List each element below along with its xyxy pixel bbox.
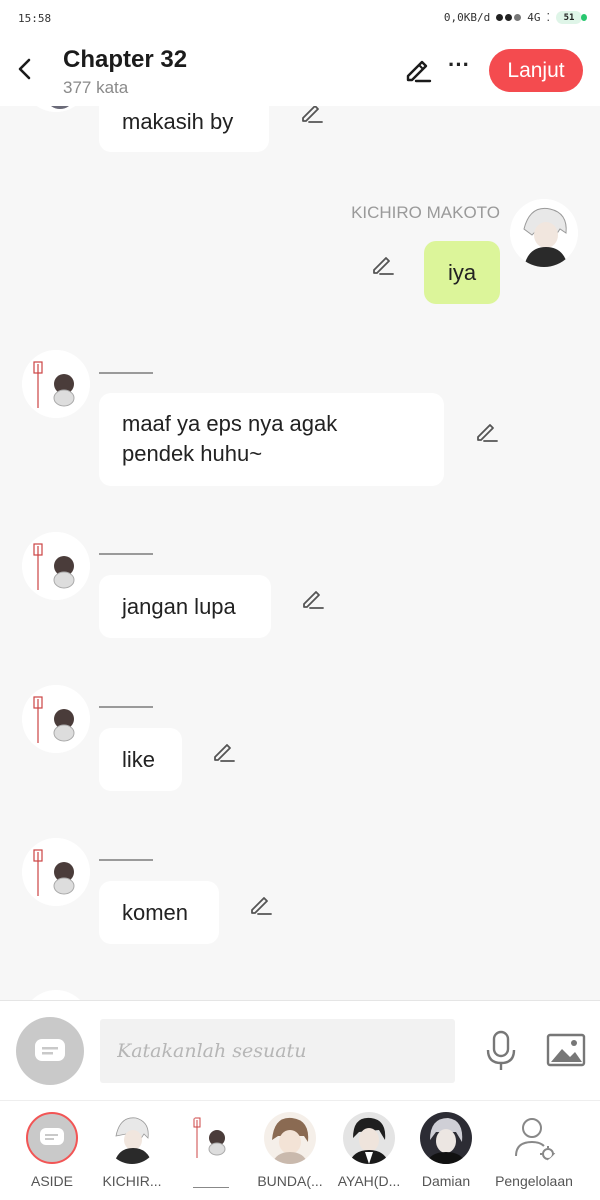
- message-text: jangan lupa: [122, 593, 236, 619]
- manage-characters-button[interactable]: Pengelolaan: [494, 1109, 574, 1199]
- character-aside[interactable]: ASIDE: [12, 1109, 92, 1199]
- edit-message-icon[interactable]: [299, 586, 325, 612]
- signal-icon: [496, 14, 522, 21]
- manage-characters-icon: [515, 1118, 556, 1162]
- battery-icon: 51: [556, 11, 587, 24]
- character-avatar: [420, 1112, 472, 1164]
- continue-button[interactable]: Lanjut: [489, 49, 583, 92]
- character-damian[interactable]: Damian: [406, 1109, 486, 1199]
- character-label: BUNDA(...: [257, 1173, 323, 1189]
- keyboard-toggle-button[interactable]: [16, 1017, 84, 1085]
- character-avatar: [343, 1112, 395, 1164]
- brown-haired-person-avatar-icon: [272, 1117, 309, 1164]
- message-avatar[interactable]: [510, 199, 578, 267]
- character-ayah[interactable]: AYAH(D...: [329, 1109, 409, 1199]
- message-text-line: pendek huhu~: [122, 441, 263, 466]
- message-bubble[interactable]: maaf ya eps nya agak pendek huhu~: [99, 393, 444, 486]
- my-message-bubble[interactable]: iya: [424, 241, 500, 304]
- sender-name-underline: [99, 859, 153, 861]
- message-text-line: maaf ya eps nya agak: [122, 411, 338, 436]
- dark-haired-man-avatar-icon: [349, 1117, 389, 1164]
- character-avatar: [106, 1112, 158, 1164]
- page-title: Chapter 32: [63, 46, 188, 73]
- back-arrow-icon[interactable]: [12, 53, 38, 85]
- white-haired-boy-avatar-icon: [114, 1117, 152, 1164]
- edit-message-icon[interactable]: [247, 892, 273, 918]
- wifi-icon: ⁚: [546, 11, 551, 24]
- status-indicators: 0,0KB/d 4G ⁚ 51: [443, 11, 587, 24]
- app-header: Chapter 32 377 kata ··· Lanjut: [0, 36, 600, 106]
- chat-bubble-icon: [40, 1128, 64, 1145]
- message-text: iya: [447, 259, 477, 285]
- character-kichiro[interactable]: KICHIR...: [92, 1109, 172, 1199]
- word-count: 377 kata: [63, 78, 129, 97]
- chibi-avatar-icon: [36, 106, 76, 112]
- character-label-underline: [193, 1187, 229, 1188]
- battery-level: 51: [563, 12, 575, 23]
- iv-drip-chibi-avatar-icon: [22, 685, 90, 753]
- message-avatar[interactable]: [22, 106, 90, 112]
- character-label: AYAH(D...: [337, 1173, 401, 1189]
- message-avatar[interactable]: [22, 838, 90, 906]
- white-haired-boy-avatar-icon: [510, 199, 578, 267]
- character-avatar: [264, 1112, 316, 1164]
- character-selector-bar: ASIDE KICHIR... BUNDA(... AYAH(D... Dami…: [0, 1100, 600, 1200]
- message-input-bar: [0, 1000, 600, 1100]
- microphone-icon[interactable]: [484, 1030, 518, 1072]
- status-bar: 15:58 0,0KB/d 4G ⁚ 51: [0, 0, 600, 36]
- character-label: ASIDE: [30, 1173, 73, 1189]
- message-avatar[interactable]: [22, 532, 90, 600]
- character-label: Pengelolaan: [495, 1173, 573, 1189]
- sender-name-underline: [99, 372, 153, 374]
- edit-message-icon[interactable]: [473, 419, 499, 445]
- edit-message-icon[interactable]: [298, 106, 324, 126]
- character-avatar: [185, 1112, 237, 1164]
- chat-bubble-icon: [35, 1039, 65, 1061]
- sender-name-underline: [99, 553, 153, 555]
- more-options-icon[interactable]: ···: [446, 54, 472, 84]
- message-bubble[interactable]: komen: [99, 881, 219, 944]
- message-text: komen: [122, 899, 189, 925]
- aside-avatar: [26, 1112, 78, 1164]
- pale-haired-man-avatar-icon: [426, 1118, 466, 1164]
- character-label: KICHIR...: [102, 1173, 162, 1189]
- message-bubble[interactable]: like: [99, 728, 182, 791]
- message-text: makasih by: [122, 109, 234, 134]
- network-type: 4G: [527, 11, 541, 24]
- status-time: 15:58: [18, 12, 52, 25]
- message-avatar[interactable]: [22, 350, 90, 418]
- sender-name-underline: [99, 706, 153, 708]
- character-unnamed[interactable]: [171, 1109, 251, 1199]
- iv-drip-chibi-avatar-icon: [22, 838, 90, 906]
- message-input[interactable]: [100, 1019, 455, 1083]
- sender-name: KICHIRO MAKOTO: [351, 203, 500, 222]
- iv-drip-chibi-avatar-icon: [22, 532, 90, 600]
- edit-message-icon[interactable]: [210, 739, 236, 765]
- character-bunda[interactable]: BUNDA(...: [250, 1109, 330, 1199]
- edit-pencil-icon[interactable]: [402, 54, 432, 84]
- message-text: like: [122, 746, 156, 772]
- iv-drip-chibi-avatar-icon: [193, 1117, 226, 1158]
- message-bubble[interactable]: jangan lupa: [99, 575, 271, 638]
- edit-message-icon[interactable]: [369, 252, 395, 278]
- image-icon[interactable]: [546, 1033, 586, 1067]
- message-avatar[interactable]: [22, 990, 90, 1000]
- message-avatar[interactable]: [22, 685, 90, 753]
- chat-area[interactable]: makasih by KICHIRO MAKOTO iya maaf ya ep: [0, 106, 600, 1000]
- character-label: Damian: [421, 1173, 471, 1189]
- message-bubble[interactable]: makasih by: [99, 106, 269, 152]
- network-speed: 0,0KB/d: [443, 11, 491, 24]
- iv-drip-chibi-avatar-icon: [22, 350, 90, 418]
